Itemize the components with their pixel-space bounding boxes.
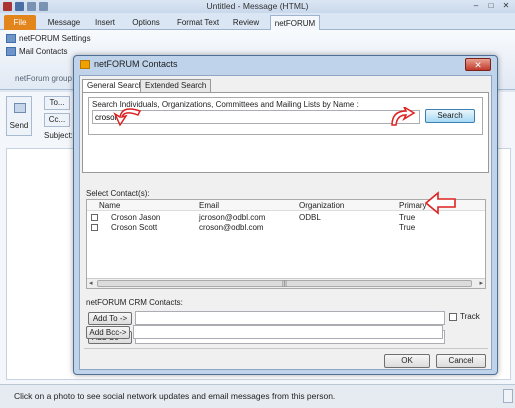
bcc-recipients-field[interactable] bbox=[133, 325, 443, 339]
cc-button[interactable]: Cc... bbox=[44, 113, 70, 127]
tab-message[interactable]: Message bbox=[44, 15, 84, 30]
annotation-arrow-icon bbox=[113, 108, 142, 127]
search-button[interactable]: Search bbox=[425, 109, 475, 123]
mail-contacts-label: Mail Contacts bbox=[19, 47, 68, 56]
table-row[interactable]: Croson Scott croson@odbl.com True bbox=[87, 222, 485, 232]
contacts-icon bbox=[6, 47, 16, 56]
cancel-button[interactable]: Cancel bbox=[436, 354, 486, 368]
contact-primary: True bbox=[399, 213, 416, 222]
row-checkbox[interactable] bbox=[91, 224, 98, 231]
people-pane-toggle[interactable] bbox=[503, 389, 513, 403]
window-title: Untitled - Message (HTML) bbox=[206, 1, 309, 11]
ribbon-tabs: File Message Insert Options Format Text … bbox=[0, 13, 515, 30]
annotation-arrow-icon bbox=[391, 107, 416, 126]
divider bbox=[84, 348, 488, 349]
ribbon-group-label: netForum group bbox=[15, 74, 72, 83]
dialog-title: netFORUM Contacts bbox=[94, 59, 178, 69]
column-header-primary[interactable]: Primary bbox=[399, 201, 427, 210]
netforum-icon bbox=[80, 60, 90, 69]
maximize-button[interactable]: □ bbox=[484, 0, 498, 11]
contact-name: Croson Jason bbox=[111, 213, 161, 222]
dialog-titlebar: netFORUM Contacts ✕ bbox=[74, 56, 497, 74]
dialog-close-button[interactable]: ✕ bbox=[465, 58, 491, 71]
column-header-name[interactable]: Name bbox=[99, 201, 120, 210]
contact-primary: True bbox=[399, 223, 416, 232]
to-button[interactable]: To... bbox=[44, 96, 70, 110]
search-group: Search Individuals, Organizations, Commi… bbox=[88, 97, 483, 135]
track-label: Track bbox=[460, 312, 480, 321]
tab-review[interactable]: Review bbox=[228, 15, 264, 30]
column-header-organization[interactable]: Organization bbox=[299, 201, 344, 210]
window-titlebar: Untitled - Message (HTML) – □ ✕ bbox=[0, 0, 515, 13]
send-label: Send bbox=[9, 121, 29, 130]
send-button[interactable]: Send bbox=[6, 96, 32, 136]
tab-file[interactable]: File bbox=[4, 15, 36, 30]
mail-contacts-button[interactable]: Mail Contacts bbox=[6, 47, 67, 56]
ok-button[interactable]: OK bbox=[384, 354, 430, 368]
people-pane-text: Click on a photo to see social network u… bbox=[14, 391, 336, 401]
horizontal-scrollbar[interactable]: ◂ ||| ▸ bbox=[87, 278, 485, 288]
tab-options[interactable]: Options bbox=[126, 15, 166, 30]
contact-name: Croson Scott bbox=[111, 223, 158, 232]
annotation-arrow-icon bbox=[424, 191, 456, 215]
add-to-button[interactable]: Add To -> bbox=[88, 312, 132, 325]
contact-email: croson@odbl.com bbox=[199, 223, 264, 232]
contact-organization: ODBL bbox=[299, 213, 321, 222]
row-checkbox[interactable] bbox=[91, 214, 98, 221]
track-checkbox[interactable] bbox=[449, 313, 457, 321]
netforum-settings-label: netFORUM Settings bbox=[19, 34, 91, 43]
select-contacts-label: Select Contact(s): bbox=[86, 189, 150, 198]
add-bcc-button[interactable]: Add Bcc-> bbox=[86, 326, 130, 339]
search-tab-panel: Search Individuals, Organizations, Commi… bbox=[82, 92, 489, 173]
people-pane-bar: Click on a photo to see social network u… bbox=[0, 384, 515, 408]
contact-email: jcroson@odbl.com bbox=[199, 213, 266, 222]
tab-format-text[interactable]: Format Text bbox=[172, 15, 224, 30]
crm-contacts-label: netFORUM CRM Contacts: bbox=[86, 298, 183, 307]
tab-netforum[interactable]: netFORUM bbox=[270, 15, 320, 30]
scroll-right-icon[interactable]: ▸ bbox=[479, 279, 483, 287]
settings-icon bbox=[6, 34, 16, 43]
tab-general-search[interactable]: General Search bbox=[82, 79, 149, 93]
minimize-button[interactable]: – bbox=[469, 0, 483, 11]
netforum-settings-button[interactable]: netFORUM Settings bbox=[6, 34, 91, 43]
tab-insert[interactable]: Insert bbox=[90, 15, 120, 30]
tab-extended-search[interactable]: Extended Search bbox=[140, 79, 212, 92]
scroll-thumb[interactable]: ||| bbox=[97, 280, 472, 287]
scroll-left-icon[interactable]: ◂ bbox=[89, 279, 93, 287]
column-header-email[interactable]: Email bbox=[199, 201, 219, 210]
subject-label: Subject: bbox=[44, 131, 73, 140]
send-icon bbox=[14, 103, 26, 113]
to-recipients-field[interactable] bbox=[135, 311, 445, 325]
close-window-button[interactable]: ✕ bbox=[499, 0, 513, 11]
window-controls: – □ ✕ bbox=[469, 0, 513, 11]
